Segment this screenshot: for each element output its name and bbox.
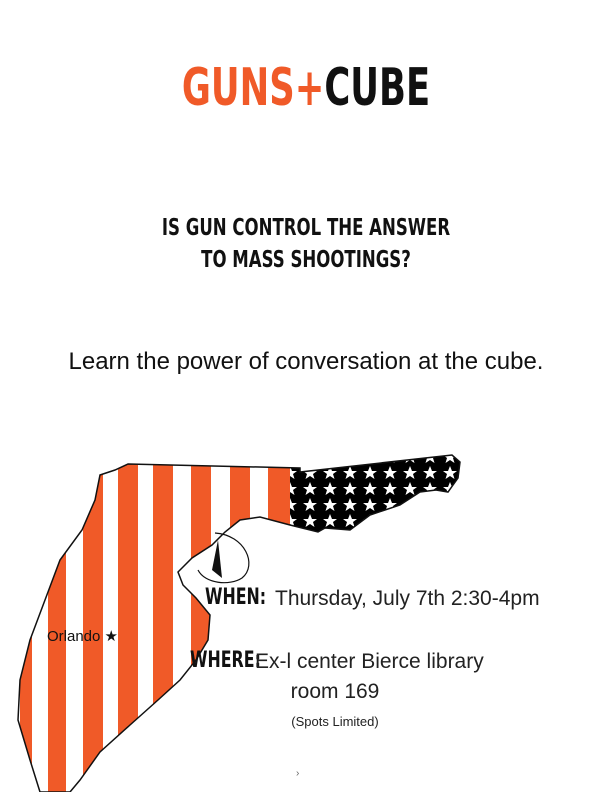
event-where: WHERE: Ex-l center Bierce library [190, 648, 484, 673]
when-label: WHEN: [205, 585, 267, 610]
stripe [83, 455, 103, 792]
page-mark: › [296, 768, 300, 779]
stripe [153, 455, 173, 792]
stripe [230, 455, 250, 792]
event-when: WHEN: Thursday, July 7th 2:30-4pm [205, 585, 540, 610]
event-room: room 169 [290, 680, 380, 703]
stripe [268, 455, 290, 792]
city-label-orlando: Orlando ★ [47, 628, 118, 645]
where-value: Ex-l center Bierce library [255, 650, 484, 673]
flyer-page: GUNS+CUBE IS GUN CONTROL THE ANSWER TO M… [0, 0, 612, 792]
stripe [118, 455, 138, 792]
where-label: WHERE: [190, 648, 261, 673]
when-value: Thursday, July 7th 2:30-4pm [275, 587, 540, 610]
stripe [48, 455, 66, 792]
coast-mark [212, 540, 222, 578]
event-note: (Spots Limited) [291, 714, 379, 729]
stripe [191, 455, 211, 792]
stripe [20, 455, 32, 792]
